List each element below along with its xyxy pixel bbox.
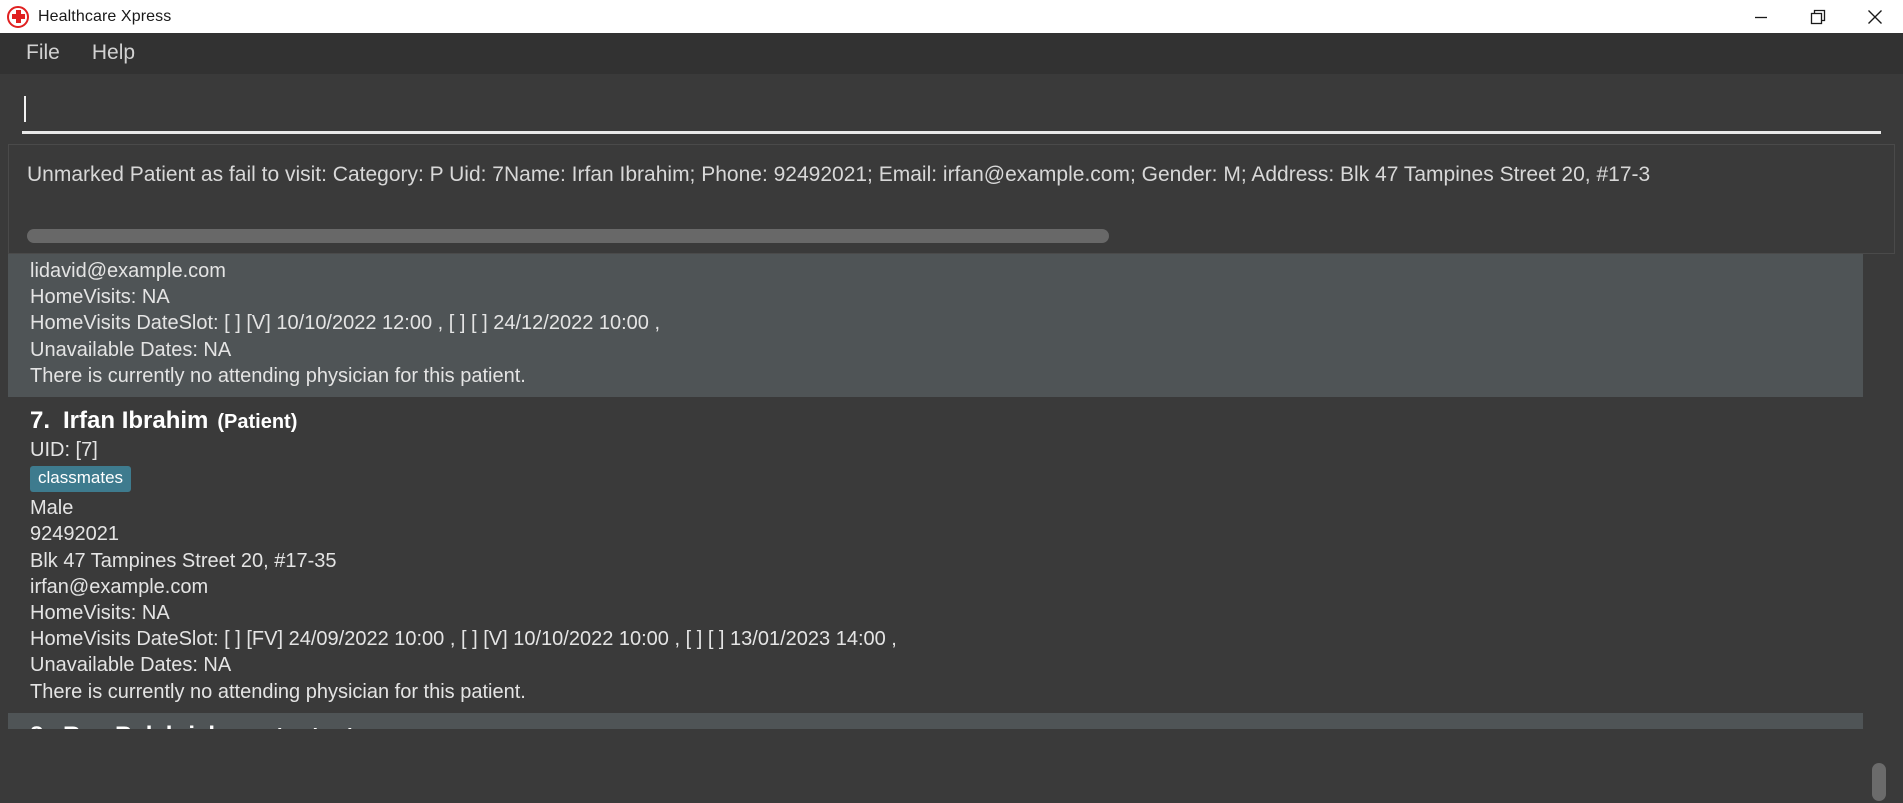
- card-line: HomeVisits DateSlot: [ ] [FV] 24/09/2022…: [30, 628, 897, 651]
- medical-cross-icon: [7, 5, 29, 28]
- card-name: Irfan Ibrahim: [63, 407, 209, 435]
- title-bar: Healthcare Xpress: [0, 0, 1903, 33]
- card-index: 8.: [30, 722, 50, 729]
- text-caret: [24, 95, 26, 122]
- card-line: HomeVisits: NA: [30, 602, 170, 625]
- card-header: 7. Irfan Ibrahim (Patient): [30, 407, 1863, 435]
- card-line: Male: [30, 497, 74, 520]
- card-line: irfan@example.com: [30, 575, 209, 598]
- result-horizontal-scrollbar[interactable]: [27, 229, 1876, 243]
- card-type: (Patient): [217, 411, 298, 434]
- card-name: Roy Balakrishnan: [63, 722, 266, 729]
- menu-item-help[interactable]: Help: [76, 39, 151, 69]
- card-line: There is currently no attending physicia…: [30, 680, 526, 703]
- minimize-button[interactable]: [1732, 0, 1789, 33]
- command-area: [0, 74, 1903, 134]
- list-vertical-scrollbar-thumb[interactable]: [1872, 763, 1886, 801]
- card-line: HomeVisits: NA: [30, 286, 170, 309]
- list-item[interactable]: lidavid@example.com HomeVisits: NA HomeV…: [8, 254, 1863, 398]
- person-list: lidavid@example.com HomeVisits: NA HomeV…: [8, 254, 1863, 803]
- list-vertical-scrollbar[interactable]: [1863, 254, 1903, 803]
- close-button[interactable]: [1846, 0, 1903, 33]
- card-line: lidavid@example.com: [30, 260, 226, 282]
- list-item[interactable]: 7. Irfan Ibrahim (Patient) UID: [7] clas…: [8, 397, 1863, 713]
- tag-badge: classmates: [30, 466, 132, 493]
- card-uid: UID: [7]: [30, 439, 98, 462]
- restore-button[interactable]: [1789, 0, 1846, 33]
- result-horizontal-scrollbar-thumb[interactable]: [27, 229, 1109, 243]
- card-type: (Patient): [275, 726, 355, 729]
- card-tag-row: classmates: [30, 466, 1863, 493]
- result-display-text: Unmarked Patient as fail to visit: Categ…: [27, 163, 1651, 186]
- list-item[interactable]: 8. Roy Balakrishnan (Patient): [8, 712, 1863, 729]
- menu-item-file[interactable]: File: [10, 39, 76, 69]
- card-line: HomeVisits DateSlot: [ ] [V] 10/10/2022 …: [30, 312, 661, 335]
- result-display-wrapper: Unmarked Patient as fail to visit: Categ…: [0, 134, 1903, 254]
- card-index: 7.: [30, 407, 51, 435]
- card-line: There is currently no attending physicia…: [30, 364, 526, 387]
- window-controls: [1732, 0, 1903, 33]
- result-display: Unmarked Patient as fail to visit: Categ…: [8, 144, 1895, 254]
- menu-bar: File Help: [0, 33, 1903, 74]
- card-header: 8. Roy Balakrishnan (Patient): [30, 722, 1863, 729]
- person-list-panel: lidavid@example.com HomeVisits: NA HomeV…: [0, 254, 1903, 803]
- window-title: Healthcare Xpress: [38, 7, 172, 25]
- card-line: 92492021: [30, 523, 119, 546]
- card-line: Unavailable Dates: NA: [30, 338, 232, 361]
- card-line: Blk 47 Tampines Street 20, #17-35: [30, 549, 337, 572]
- card-line: Unavailable Dates: NA: [30, 654, 232, 677]
- command-input[interactable]: [22, 86, 1881, 134]
- app-window: Healthcare Xpress File Help Unmarked Pat…: [0, 0, 1903, 803]
